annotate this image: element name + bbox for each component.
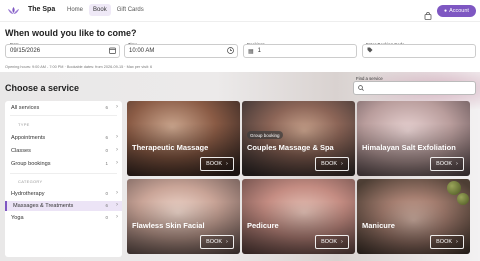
- sidebar-item-label: Yoga: [11, 215, 24, 221]
- time-value: 10:00 AM: [129, 48, 155, 54]
- ticket-icon: ▦: [248, 48, 254, 55]
- choose-title: Choose a service: [5, 83, 80, 93]
- chevron-right-icon: ›: [226, 161, 228, 167]
- book-button[interactable]: BOOK ›: [200, 157, 234, 171]
- chevron-right-icon: ›: [116, 160, 118, 166]
- chevron-right-icon: ›: [341, 161, 343, 167]
- opening-hours-hint: Opening hours: 9:00 AM - 7:00 PM · Booka…: [5, 65, 153, 69]
- service-card-pedicure[interactable]: Pedicure BOOK ›: [242, 179, 355, 254]
- sidebar-item-group-bookings[interactable]: Group bookings 1 ›: [5, 159, 122, 169]
- bookings-field[interactable]: ▦ 1: [243, 44, 357, 58]
- sidebar-item-label: Classes: [11, 148, 31, 154]
- tag-icon: [367, 47, 373, 55]
- book-button[interactable]: BOOK ›: [315, 157, 349, 171]
- service-card-manicure[interactable]: Manicure BOOK ›: [357, 179, 470, 254]
- sidebar-item-count: 6: [105, 203, 108, 208]
- chevron-right-icon: ›: [116, 134, 118, 140]
- cart-icon[interactable]: [424, 7, 432, 20]
- bookings-value: 1: [257, 48, 262, 54]
- service-filter-sidebar: All services 6 › TYPE Appointments 6 › C…: [5, 101, 122, 257]
- nav-gift-cards[interactable]: Gift Cards: [113, 4, 148, 16]
- service-title: Therapeutic Massage: [132, 143, 209, 152]
- divider: [10, 115, 117, 116]
- divider: [10, 173, 117, 174]
- brand-name[interactable]: The Spa: [28, 6, 55, 13]
- chevron-right-icon: ›: [116, 104, 118, 110]
- chevron-right-icon: ›: [116, 202, 118, 208]
- service-title: Manicure: [362, 221, 395, 230]
- chevron-right-icon: ›: [456, 161, 458, 167]
- sidebar-item-count: 6: [105, 105, 108, 110]
- nav-book[interactable]: Book: [89, 4, 111, 16]
- service-card-skin-facial[interactable]: Flawless Skin Facial BOOK ›: [127, 179, 240, 254]
- main-nav: Home Book Gift Cards: [63, 4, 148, 16]
- book-label: BOOK: [321, 161, 338, 167]
- book-label: BOOK: [436, 239, 453, 245]
- service-title: Himalayan Salt Exfoliation: [362, 143, 456, 152]
- nav-home[interactable]: Home: [63, 4, 87, 16]
- sidebar-item-classes[interactable]: Classes 0 ›: [5, 146, 122, 156]
- date-value: 09/15/2026: [10, 48, 41, 54]
- book-button[interactable]: BOOK ›: [430, 235, 464, 249]
- top-bar: The Spa Home Book Gift Cards ● Account: [0, 0, 480, 22]
- time-field[interactable]: 10:00 AM: [124, 44, 238, 58]
- sidebar-item-count: 6: [105, 135, 108, 140]
- chevron-right-icon: ›: [116, 190, 118, 196]
- date-field[interactable]: 09/15/2026: [5, 44, 120, 58]
- sidebar-item-label: Hydrotherapy: [11, 191, 45, 197]
- sidebar-item-count: 0: [105, 191, 108, 196]
- sidebar-item-count: 0: [105, 215, 108, 220]
- book-label: BOOK: [321, 239, 338, 245]
- sidebar-item-appointments[interactable]: Appointments 6 ›: [5, 133, 122, 143]
- booking-code-field[interactable]: [362, 44, 476, 58]
- sidebar-item-label: All services: [11, 105, 40, 111]
- sidebar-item-massages-treatments[interactable]: Massages & Treatments 6 ›: [5, 201, 122, 211]
- service-title: Couples Massage & Spa: [247, 143, 334, 152]
- sidebar-item-count: 0: [105, 148, 108, 153]
- group-booking-badge: Group booking: [247, 131, 283, 139]
- service-card-couples-massage[interactable]: Group booking Couples Massage & Spa BOOK…: [242, 101, 355, 176]
- book-label: BOOK: [436, 161, 453, 167]
- grape-decoration: [457, 193, 469, 205]
- service-card-therapeutic-massage[interactable]: Therapeutic Massage BOOK ›: [127, 101, 240, 176]
- sidebar-item-label: Group bookings: [11, 161, 51, 167]
- chevron-right-icon: ›: [341, 239, 343, 245]
- clock-icon[interactable]: [227, 47, 234, 56]
- sidebar-item-all-services[interactable]: All services 6 ›: [5, 103, 122, 113]
- chevron-right-icon: ›: [456, 239, 458, 245]
- search-icon: [358, 85, 364, 93]
- account-label: Account: [449, 8, 469, 14]
- book-label: BOOK: [206, 161, 223, 167]
- book-label: BOOK: [206, 239, 223, 245]
- account-button[interactable]: ● Account: [437, 5, 476, 17]
- service-card-himalayan-salt[interactable]: Himalayan Salt Exfoliation BOOK ›: [357, 101, 470, 176]
- book-button[interactable]: BOOK ›: [200, 235, 234, 249]
- service-title: Pedicure: [247, 221, 279, 230]
- book-button[interactable]: BOOK ›: [430, 157, 464, 171]
- find-service-input[interactable]: [353, 81, 476, 95]
- sidebar-item-hydrotherapy[interactable]: Hydrotherapy 0 ›: [5, 189, 122, 199]
- sidebar-item-count: 1: [105, 161, 108, 166]
- chevron-right-icon: ›: [116, 147, 118, 153]
- category-heading: CATEGORY: [18, 179, 43, 184]
- user-icon: ●: [444, 8, 448, 14]
- chevron-right-icon: ›: [116, 214, 118, 220]
- spa-logo-icon[interactable]: [8, 7, 19, 15]
- calendar-icon[interactable]: [109, 47, 116, 56]
- sidebar-item-label: Massages & Treatments: [13, 203, 74, 209]
- sidebar-item-yoga[interactable]: Yoga 0 ›: [5, 213, 122, 223]
- sidebar-item-label: Appointments: [11, 135, 46, 141]
- book-button[interactable]: BOOK ›: [315, 235, 349, 249]
- type-heading: TYPE: [18, 122, 30, 127]
- service-title: Flawless Skin Facial: [132, 221, 205, 230]
- when-title: When would you like to come?: [5, 28, 137, 38]
- chevron-right-icon: ›: [226, 239, 228, 245]
